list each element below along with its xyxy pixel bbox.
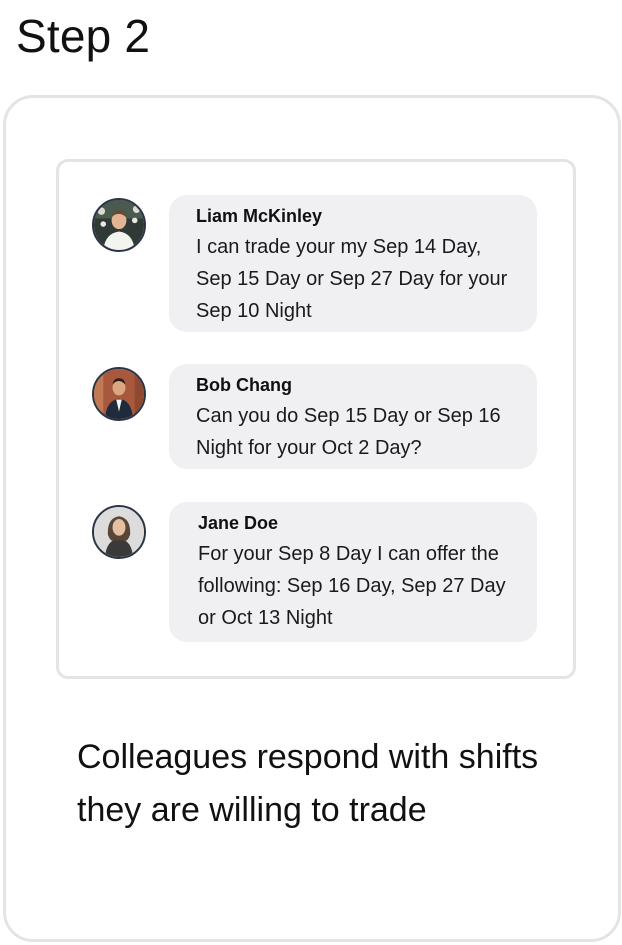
chat-panel: Liam McKinley I can trade your my Sep 14… xyxy=(56,159,576,679)
sender-name: Jane Doe xyxy=(198,513,279,533)
message-bubble: Bob Chang Can you do Sep 15 Day or Sep 1… xyxy=(169,364,537,469)
avatar[interactable] xyxy=(92,198,146,252)
man-in-white-shirt-avatar-icon xyxy=(94,200,144,250)
avatar[interactable] xyxy=(92,367,146,421)
woman-portrait-avatar-icon xyxy=(94,507,144,557)
step-card: Liam McKinley I can trade your my Sep 14… xyxy=(3,95,621,942)
message-bubble: Liam McKinley I can trade your my Sep 14… xyxy=(169,195,537,332)
step-caption: Colleagues respond with shifts they are … xyxy=(77,738,539,829)
message-text: For your Sep 8 Day I can offer the follo… xyxy=(198,543,506,629)
sender-name: Bob Chang xyxy=(196,375,292,395)
avatar[interactable] xyxy=(92,505,146,559)
message-text: Can you do Sep 15 Day or Sep 16 Night fo… xyxy=(196,405,501,459)
message-bubble: Jane Doe For your Sep 8 Day I can offer … xyxy=(169,502,537,642)
man-in-suit-avatar-icon xyxy=(94,369,144,419)
step-title: Step 2 xyxy=(16,10,151,62)
sender-name: Liam McKinley xyxy=(196,206,323,226)
message-text: I can trade your my Sep 14 Day, Sep 15 D… xyxy=(196,236,508,322)
